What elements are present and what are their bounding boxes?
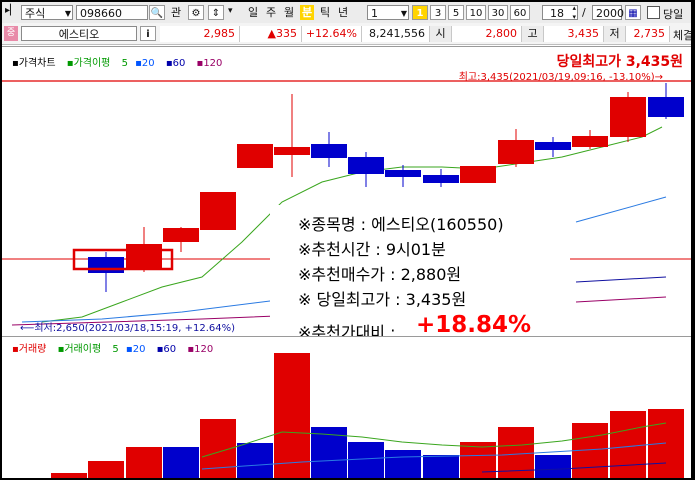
change-value: ▲335 xyxy=(240,26,302,42)
info-button[interactable]: i xyxy=(140,26,156,41)
search-icon[interactable]: 🔍 xyxy=(149,5,165,20)
candle xyxy=(648,97,684,117)
volume-bars xyxy=(51,353,684,478)
interval-value: 1 xyxy=(371,7,378,20)
candle xyxy=(126,244,162,268)
candle xyxy=(88,257,124,273)
price-value: 2,985 xyxy=(160,26,240,42)
ma20-line-right xyxy=(575,196,667,223)
volume-bar xyxy=(51,473,87,478)
candle xyxy=(498,140,534,164)
candle xyxy=(385,170,421,177)
volume-chart-svg xyxy=(51,353,684,478)
stock-name-field[interactable]: 에스티오 xyxy=(21,26,137,41)
menu-arrow-icon[interactable]: ▸▏ xyxy=(5,5,18,16)
low-annotation: ⟵최저:2,650(2021/03/18,15:19, +12.64%) xyxy=(20,323,236,334)
minute-3-button[interactable]: 3 xyxy=(430,5,446,20)
candle xyxy=(423,175,459,183)
minute-10-button[interactable]: 10 xyxy=(466,5,486,20)
minute-1-button[interactable]: 1 xyxy=(412,5,428,20)
candle xyxy=(610,97,646,137)
volume-bar xyxy=(237,443,273,478)
stock-name: 에스티오 xyxy=(58,28,100,41)
stock-code-value: 098660 xyxy=(80,7,122,20)
volume-value: 8,241,556 xyxy=(362,26,430,42)
quote-bar: 중 에스티오 i 2,985 ▲335 +12.64% 8,241,556 시 … xyxy=(2,23,691,45)
watch-button[interactable]: 관 xyxy=(168,5,184,20)
bars-input[interactable]: 2000 xyxy=(592,5,624,20)
candle xyxy=(535,142,571,150)
minute-30-button[interactable]: 30 xyxy=(488,5,508,20)
stock-type-icon[interactable]: 중 xyxy=(4,26,18,41)
volume-chart-panel[interactable]: ▪거래량 ▪거래이평 5 ▪20 ▪60 ▪120 xyxy=(2,336,691,478)
low-label: 저 xyxy=(604,26,626,42)
period-month[interactable]: 월 xyxy=(282,5,296,20)
volume-bar xyxy=(348,442,384,478)
period-week[interactable]: 주 xyxy=(264,5,278,20)
open-value: 2,800 xyxy=(452,26,522,42)
period-day[interactable]: 일 xyxy=(246,5,260,20)
minute-60-button[interactable]: 60 xyxy=(510,5,530,20)
candle xyxy=(572,136,608,147)
market-select[interactable]: 주식 ▼ xyxy=(21,5,73,20)
ma120-line xyxy=(575,296,667,303)
same-day-label: 당일 xyxy=(663,8,684,21)
exec-label: 체결 xyxy=(673,29,691,42)
chevron-down-icon: ▼ xyxy=(400,9,407,18)
open-label: 시 xyxy=(430,26,452,42)
settings-icon[interactable]: ⚙ xyxy=(188,5,204,20)
period-minute[interactable]: 분 xyxy=(300,5,314,20)
volume-bar xyxy=(385,450,421,478)
chart-window: ▸▏ 주식 ▼ 098660 🔍 관 ⚙ ⇕ ▾ 일 주 월 분 틱 년 1 ▼… xyxy=(2,2,691,478)
grid-icon[interactable]: ▦ xyxy=(625,5,641,20)
count-value: 18 xyxy=(550,7,564,20)
volume-bar xyxy=(535,455,571,478)
rec-name-line: ※종목명 : 에스티오(160550) xyxy=(298,215,504,234)
rec-buy-line: ※추천매수가 : 2,880원 xyxy=(298,265,462,284)
volume-bar xyxy=(88,461,124,478)
candle xyxy=(163,228,199,242)
volume-bar xyxy=(423,455,459,478)
price-chart-panel[interactable]: ▪가격차트 ▪가격이평 5 ▪20 ▪60 ▪120 당일최고가 3,435원 … xyxy=(2,46,691,342)
top-toolbar: ▸▏ 주식 ▼ 098660 🔍 관 ⚙ ⇕ ▾ 일 주 월 분 틱 년 1 ▼… xyxy=(2,2,691,24)
candle xyxy=(200,192,236,230)
volume-bar xyxy=(274,353,310,478)
slash-divider: / xyxy=(582,6,586,19)
market-value: 주식 xyxy=(25,7,46,20)
chevron-down-icon: ▼ xyxy=(64,9,71,18)
volume-bar xyxy=(610,411,646,478)
chevron-down-icon[interactable]: ▾ xyxy=(228,6,233,16)
period-year[interactable]: 년 xyxy=(336,5,350,20)
rec-high-line: ※ 당일최고가 : 3,435원 xyxy=(298,290,467,309)
candle xyxy=(311,144,347,158)
high-value: 3,435 xyxy=(544,26,604,42)
candle xyxy=(460,166,496,183)
rec-ratio-value: +18.84% xyxy=(416,312,532,338)
volume-bar xyxy=(460,442,496,478)
volume-bar xyxy=(126,447,162,478)
interval-select[interactable]: 1 ▼ xyxy=(367,5,409,20)
ma60-line xyxy=(575,276,667,283)
candle xyxy=(348,157,384,174)
volume-bar xyxy=(163,447,199,478)
period-tick[interactable]: 틱 xyxy=(318,5,332,20)
candle xyxy=(274,147,310,155)
same-day-checkbox[interactable] xyxy=(647,6,660,19)
rec-time-line: ※추천시간 : 9시01분 xyxy=(298,240,446,259)
change-rate-value: +12.64% xyxy=(302,26,362,42)
stepper-arrows-icon[interactable]: ▴ ▾ xyxy=(572,4,576,22)
low-value: 2,735 xyxy=(626,26,670,42)
bars-value: 2000 xyxy=(596,7,624,20)
count-stepper[interactable]: 18 ▴ ▾ xyxy=(542,4,578,22)
minute-5-button[interactable]: 5 xyxy=(448,5,464,20)
high-label: 고 xyxy=(522,26,544,42)
updown-icon[interactable]: ⇕ xyxy=(208,5,224,20)
candle xyxy=(237,144,273,168)
stock-code-input[interactable]: 098660 xyxy=(76,5,148,20)
